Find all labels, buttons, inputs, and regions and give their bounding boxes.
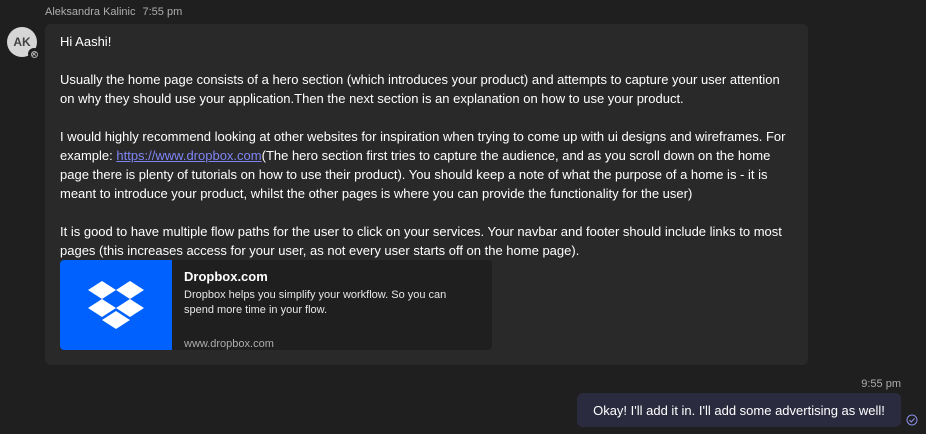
message-greeting: Hi Aashi! bbox=[60, 34, 112, 49]
message-paragraph-3: It is good to have multiple flow paths f… bbox=[60, 224, 782, 258]
outgoing-message-bubble[interactable]: Okay! I'll add it in. I'll add some adve… bbox=[577, 393, 901, 427]
incoming-message-bubble[interactable]: Hi Aashi! Usually the home page consists… bbox=[45, 24, 808, 365]
presence-offline-icon bbox=[28, 48, 40, 60]
message-paragraph-2: I would highly recommend looking at othe… bbox=[60, 127, 793, 203]
seen-check-icon bbox=[906, 414, 918, 426]
outgoing-message-text: Okay! I'll add it in. I'll add some adve… bbox=[593, 402, 885, 418]
avatar-initials: AK bbox=[13, 35, 31, 49]
link-preview-card[interactable]: Dropbox.com Dropbox helps you simplify y… bbox=[60, 260, 492, 350]
outgoing-timestamp: 9:55 pm bbox=[861, 378, 901, 390]
dropbox-link[interactable]: https://www.dropbox.com bbox=[116, 148, 261, 163]
sender-name: Aleksandra Kalinic bbox=[45, 6, 136, 18]
avatar[interactable]: AK bbox=[7, 27, 40, 60]
message-paragraph-1: Usually the home page consists of a hero… bbox=[60, 72, 780, 106]
message-timestamp: 7:55 pm bbox=[142, 6, 183, 18]
message-header: Aleksandra Kalinic 7:55 pm bbox=[45, 6, 182, 18]
dropbox-logo-icon bbox=[60, 260, 172, 350]
preview-domain: www.dropbox.com bbox=[184, 338, 274, 350]
preview-description: Dropbox helps you simplify your workflow… bbox=[184, 289, 447, 316]
preview-title: Dropbox.com bbox=[184, 269, 268, 284]
